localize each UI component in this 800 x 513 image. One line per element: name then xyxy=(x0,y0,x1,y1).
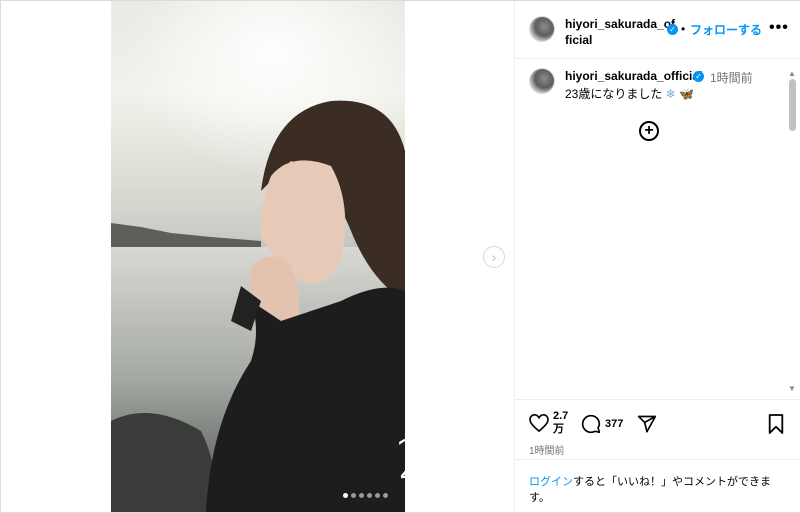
caption-text: 23歳になりました ❄ 🦋 xyxy=(565,85,694,102)
caption-body: 23歳になりました xyxy=(565,87,663,101)
post-timestamp: 1時間前 xyxy=(529,446,565,457)
bookmark-icon[interactable] xyxy=(767,414,785,434)
share-icon[interactable] xyxy=(637,414,657,434)
chevron-right-icon: › xyxy=(491,249,497,265)
login-prompt: ログインすると「いいね！」やコメントができます。 xyxy=(515,459,800,513)
follow-button[interactable]: フォローする xyxy=(690,21,762,38)
like-count[interactable]: 2.7万 xyxy=(553,410,571,436)
comment-icon[interactable] xyxy=(581,414,601,434)
snowflake-icon: ❄ xyxy=(665,87,676,101)
next-slide-button[interactable]: › xyxy=(483,246,505,268)
verified-badge-icon: ✓ xyxy=(693,71,704,82)
login-prompt-text: ログインすると「いいね！」やコメントができます。 xyxy=(529,474,787,506)
caption-username[interactable]: hiyori_sakurada_official xyxy=(565,69,702,83)
scroll-up-icon[interactable]: ▲ xyxy=(788,69,796,78)
media-pane: 23 › xyxy=(1,1,513,512)
caption-time: 1時間前 xyxy=(710,71,753,85)
login-link[interactable]: ログイン xyxy=(529,476,573,488)
butterfly-icon: 🦋 xyxy=(679,87,695,101)
carousel-indicator xyxy=(343,493,388,498)
comment-count[interactable]: 377 xyxy=(605,418,623,430)
post-header: hiyori_sakurada_official ✓ • フォローする ••• xyxy=(515,1,800,59)
carousel-dot xyxy=(367,493,372,498)
carousel-dot xyxy=(351,493,356,498)
caption-avatar[interactable] xyxy=(529,68,555,94)
load-more-comments-button[interactable]: + xyxy=(639,121,659,141)
header-username[interactable]: hiyori_sakurada_official xyxy=(565,16,677,48)
verified-badge-icon: ✓ xyxy=(667,24,678,35)
post-side-panel: hiyori_sakurada_official ✓ • フォローする ••• … xyxy=(514,1,800,512)
avatar[interactable] xyxy=(529,16,555,42)
scroll-thumb[interactable] xyxy=(789,79,796,131)
action-bar: 2.7万 377 1時間前 xyxy=(515,399,800,460)
plus-icon: + xyxy=(644,122,654,139)
comments-scrollbar[interactable]: ▲ ▼ xyxy=(786,59,798,399)
carousel-dot xyxy=(359,493,364,498)
post-photo[interactable]: 23 xyxy=(111,1,405,512)
more-options-icon[interactable]: ••• xyxy=(769,19,789,37)
carousel-dot xyxy=(383,493,388,498)
comments-section: hiyori_sakurada_official ✓ 1時間前 23歳になりまし… xyxy=(515,59,800,399)
carousel-dot xyxy=(375,493,380,498)
separator-dot: • xyxy=(681,22,686,36)
post-dialog: 23 › hiyori_sakurada_official ✓ • フォローする… xyxy=(0,0,800,513)
carousel-dot xyxy=(343,493,348,498)
scroll-down-icon[interactable]: ▼ xyxy=(788,384,796,393)
heart-icon[interactable] xyxy=(529,414,549,432)
photo-scene xyxy=(111,1,405,512)
